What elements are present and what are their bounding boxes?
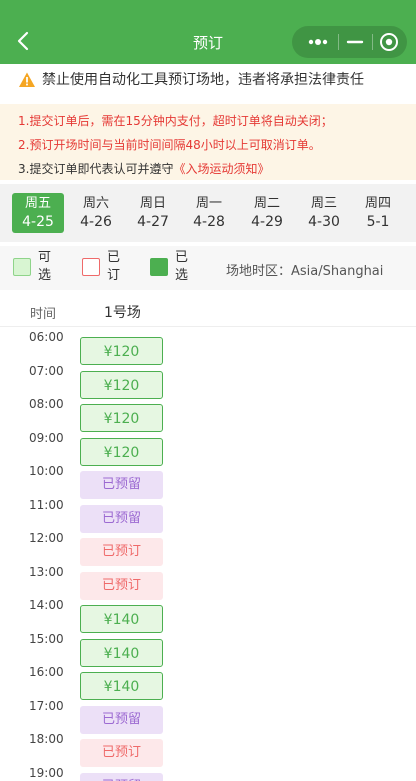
time-label: 13:00 [29, 564, 64, 579]
date-tab[interactable]: 周三 4-30 [298, 193, 350, 233]
time-slot-row: 08:00 ¥120 [0, 395, 416, 432]
close-button[interactable] [372, 26, 406, 58]
time-slot-row: 19:00 已预留 [0, 764, 416, 781]
minimize-icon [346, 40, 364, 44]
date-tab-weekday: 周二 [253, 196, 280, 211]
legend: 可选 已订 已选 场地时区：Asia/Shanghai [0, 246, 416, 290]
time-column-header: 时间 [30, 307, 57, 322]
date-tab-weekday: 周四 [364, 196, 391, 211]
date-tab-weekday: 周六 [82, 196, 109, 211]
more-dots-icon [308, 39, 328, 45]
date-tab-date: 4-29 [251, 214, 283, 230]
legend-available-label: 可选 [38, 250, 52, 283]
time-label: 07:00 [29, 363, 64, 378]
time-label: 14:00 [29, 598, 64, 612]
warning-banner: 禁止使用自动化工具预订场地，违者将承担法律责任 [0, 64, 416, 100]
time-slot-row: 12:00 已预订 [0, 529, 416, 566]
warning-text: 禁止使用自动化工具预订场地，违者将承担法律责任 [42, 72, 364, 88]
date-tab[interactable]: 周五 4-25 [12, 193, 64, 233]
time-label: 12:00 [29, 531, 64, 545]
time-slot-row: 13:00 已预订 [0, 563, 416, 600]
legend-available-swatch [13, 258, 31, 276]
court-column-header: 1号场 [104, 305, 141, 321]
date-tab[interactable]: 周四 5-1 [352, 193, 404, 233]
date-tab[interactable]: 周日 4-27 [127, 193, 179, 233]
time-slot-row: 18:00 已预订 [0, 730, 416, 767]
time-label: 18:00 [29, 732, 64, 746]
time-label: 10:00 [29, 464, 64, 478]
time-slot-row: 14:00 ¥140 [0, 596, 416, 633]
rules-link[interactable]: 《入场运动须知》 [173, 162, 269, 176]
legend-selected-label: 已选 [175, 250, 189, 283]
notice-line-2: 2.预订开场时间与当前时间间隔48小时以上可取消订单。 [18, 138, 321, 152]
time-label: 19:00 [29, 765, 64, 780]
date-tab[interactable]: 周一 4-28 [183, 193, 235, 233]
date-tab-date: 4-28 [193, 214, 225, 230]
target-close-icon [380, 33, 398, 51]
time-label: 06:00 [29, 330, 64, 344]
time-slot-row: 16:00 ¥140 [0, 663, 416, 700]
time-label: 17:00 [29, 698, 64, 713]
time-slot-row: 06:00 ¥120 [0, 328, 416, 365]
date-tab-date: 4-25 [22, 214, 54, 230]
minimize-button[interactable] [338, 26, 372, 58]
legend-booked-label: 已订 [107, 250, 121, 283]
time-slot-row: 09:00 ¥120 [0, 429, 416, 466]
notice-line-1: 1.提交订单后，需在15分钟内支付，超时订单将自动关闭； [18, 114, 333, 128]
time-slot-row: 07:00 ¥120 [0, 362, 416, 399]
schedule-header: 时间 1号场 [0, 294, 416, 327]
date-tab-date: 5-1 [366, 214, 390, 230]
date-tab-weekday: 周三 [310, 196, 337, 211]
nav-bar: 预订 [0, 0, 416, 64]
legend-selected-swatch [150, 258, 168, 276]
warning-triangle-icon [19, 72, 35, 87]
date-tab-weekday: 周一 [195, 196, 222, 211]
date-tab[interactable]: 周六 4-26 [70, 193, 122, 233]
time-slot-row: 11:00 已预留 [0, 496, 416, 533]
date-tab-weekday: 周日 [139, 196, 166, 211]
time-slot-row: 15:00 ¥140 [0, 630, 416, 667]
date-tab-weekday: 周五 [24, 196, 51, 211]
time-label: 16:00 [29, 665, 64, 679]
time-label: 08:00 [29, 397, 64, 411]
time-label: 11:00 [29, 497, 64, 512]
more-button[interactable] [298, 26, 338, 58]
time-slot-row: 17:00 已预留 [0, 697, 416, 734]
date-selector: 周五 4-25 周六 4-26 周日 4-27 周一 4-28 周二 4-29 周三 4-30 周四 5-… [0, 184, 416, 242]
date-tab[interactable]: 周二 4-29 [241, 193, 293, 233]
schedule-grid: 06:00 ¥120 07:00 ¥120 08:00 ¥120 09:00 ¥120 10:0… [0, 328, 416, 781]
date-tab-date: 4-30 [308, 214, 340, 230]
time-slot-row: 10:00 已预留 [0, 462, 416, 499]
legend-booked-swatch [82, 258, 100, 276]
time-label: 15:00 [29, 631, 64, 646]
notice-line-3-text: 3.提交订单即代表认可并遵守 [18, 162, 174, 176]
slot-reserved: 已预留 [80, 772, 163, 781]
time-label: 09:00 [29, 430, 64, 445]
notice-line-3: 3.提交订单即代表认可并遵守《入场运动须知》 [18, 160, 269, 177]
capsule-menu [292, 26, 407, 58]
date-tab-date: 4-26 [80, 214, 112, 230]
timezone-label: 场地时区：Asia/Shanghai [226, 264, 384, 279]
booking-notice: 1.提交订单后，需在15分钟内支付，超时订单将自动关闭； 2.预订开场时间与当前… [0, 104, 416, 180]
date-tab-date: 4-27 [137, 214, 169, 230]
